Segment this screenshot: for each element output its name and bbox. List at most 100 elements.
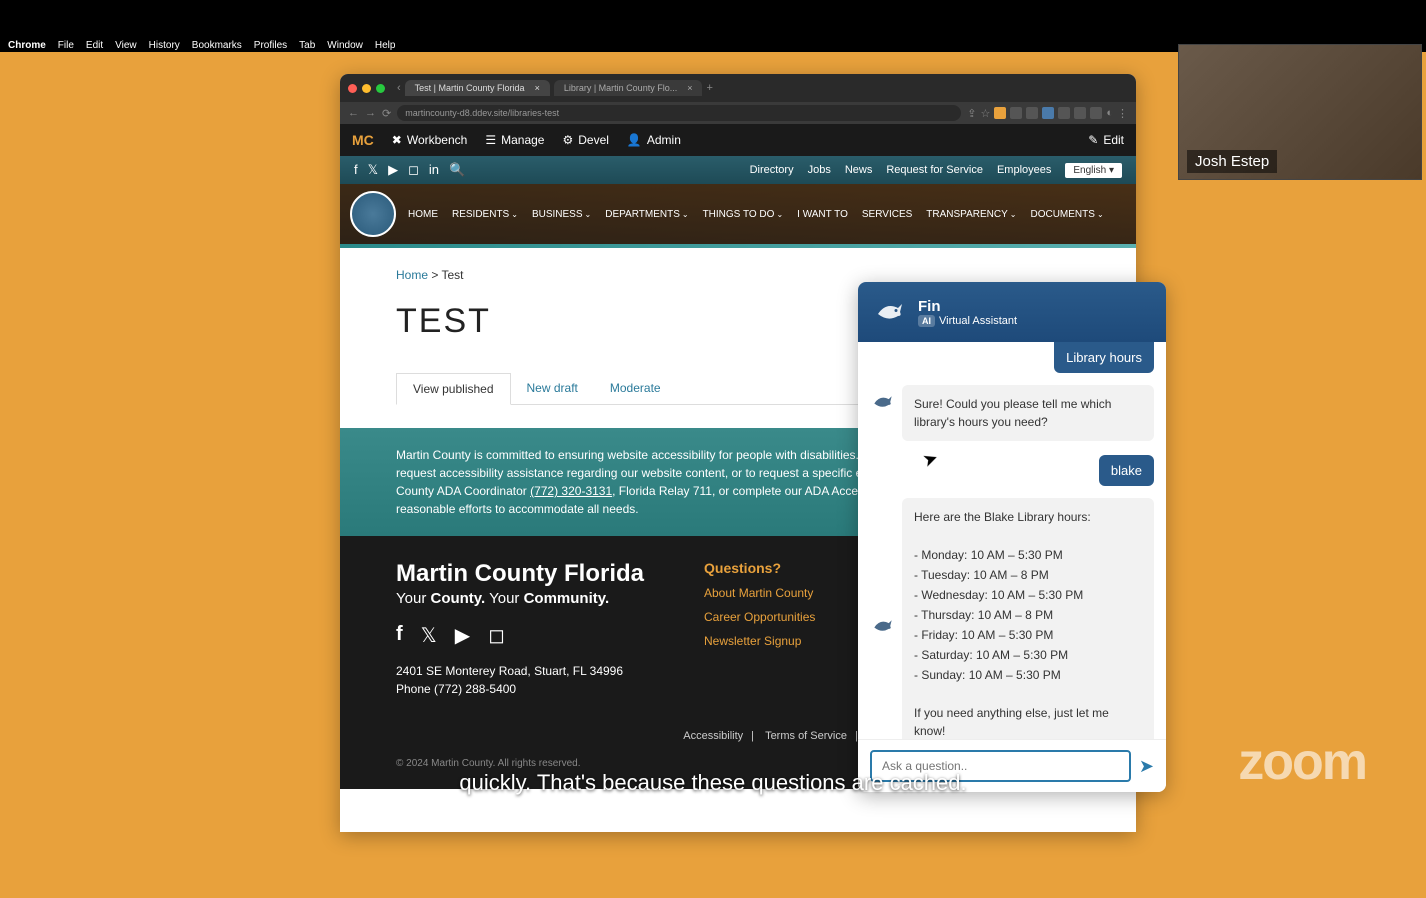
menu-icon[interactable]: ⋮ xyxy=(1117,107,1128,120)
menu-edit[interactable]: Edit xyxy=(86,40,103,51)
new-tab-button[interactable]: + xyxy=(706,82,712,94)
facebook-icon[interactable]: f xyxy=(354,162,358,178)
link-employees[interactable]: Employees xyxy=(997,164,1051,176)
extension-icon[interactable] xyxy=(1042,107,1054,119)
nav-residents-label: RESIDENTS xyxy=(452,209,509,220)
link-request-service[interactable]: Request for Service xyxy=(886,164,983,176)
tab-1-label: Test | Martin County Florida xyxy=(415,83,525,93)
nav-back-icon[interactable]: ← xyxy=(348,107,359,119)
share-icon[interactable]: ⇪ xyxy=(967,107,976,120)
tab-view-published[interactable]: View published xyxy=(396,373,511,405)
menu-profiles[interactable]: Profiles xyxy=(254,40,287,51)
address-line: 2401 SE Monterey Road, Stuart, FL 34996 xyxy=(396,662,644,680)
tab-close-icon[interactable]: × xyxy=(687,83,692,93)
hours-tuesday: - Tuesday: 10 AM – 8 PM xyxy=(914,566,1142,584)
bot-message-row: Here are the Blake Library hours: - Mond… xyxy=(870,498,1154,739)
menu-history[interactable]: History xyxy=(149,40,180,51)
chat-send-button[interactable]: ➤ xyxy=(1139,756,1154,777)
window-close[interactable] xyxy=(348,84,357,93)
extension-icon[interactable] xyxy=(1058,107,1070,119)
menu-window[interactable]: Window xyxy=(327,40,363,51)
county-seal-logo[interactable] xyxy=(350,191,396,237)
footer-phone-number[interactable]: (772) 288-5400 xyxy=(434,682,516,696)
toolbar-workbench[interactable]: ✖ Workbench xyxy=(392,133,468,147)
nav-departments[interactable]: DEPARTMENTS⌄ xyxy=(601,205,692,224)
window-minimize[interactable] xyxy=(362,84,371,93)
search-icon[interactable]: 🔍 xyxy=(449,162,465,178)
instagram-icon[interactable]: ◻ xyxy=(408,162,419,178)
hours-intro: Here are the Blake Library hours: xyxy=(914,508,1142,526)
menu-file[interactable]: File xyxy=(58,40,74,51)
browser-tab-1[interactable]: Test | Martin County Florida × xyxy=(405,80,550,96)
tab-nav-icon[interactable]: ‹ xyxy=(397,82,401,94)
ada-phone-link[interactable]: (772) 320-3131 xyxy=(530,484,612,498)
tab-moderate[interactable]: Moderate xyxy=(594,373,677,404)
nav-things-to-do[interactable]: THINGS TO DO⌄ xyxy=(699,205,788,224)
footer-link-newsletter[interactable]: Newsletter Signup xyxy=(704,634,815,648)
window-controls xyxy=(348,84,385,93)
link-accessibility[interactable]: Accessibility xyxy=(683,730,743,742)
extension-icons: ⇪ ☆ ◐ ⋮ xyxy=(967,107,1128,120)
toolbar-admin[interactable]: 👤Admin xyxy=(627,133,681,147)
nav-residents[interactable]: RESIDENTS⌄ xyxy=(448,205,522,224)
site-logo-small[interactable]: MC xyxy=(352,132,374,148)
nav-services[interactable]: SERVICES xyxy=(858,205,916,224)
nav-reload-icon[interactable]: ⟳ xyxy=(382,107,391,120)
extension-icon[interactable] xyxy=(994,107,1006,119)
tab-new-draft[interactable]: New draft xyxy=(511,373,594,404)
breadcrumb-home[interactable]: Home xyxy=(396,268,428,282)
link-terms[interactable]: Terms of Service xyxy=(765,730,847,742)
profile-icon[interactable]: ◐ xyxy=(1106,107,1113,120)
chat-message-list[interactable]: Library hours Sure! Could you please tel… xyxy=(858,342,1166,739)
nav-forward-icon[interactable]: → xyxy=(365,107,376,119)
x-twitter-icon[interactable]: 𝕏 xyxy=(421,623,437,648)
social-icons-header: f 𝕏 ▶ ◻ in 🔍 xyxy=(354,162,465,178)
instagram-icon[interactable]: ◻ xyxy=(488,623,505,648)
extension-icon[interactable] xyxy=(1010,107,1022,119)
link-jobs[interactable]: Jobs xyxy=(808,164,831,176)
x-twitter-icon[interactable]: 𝕏 xyxy=(368,162,378,178)
webcam-thumbnail: Josh Estep xyxy=(1178,44,1422,180)
chatbot-name: Fin xyxy=(918,298,1017,315)
facebook-icon[interactable]: f xyxy=(396,623,403,648)
nav-home[interactable]: HOME xyxy=(404,205,442,224)
toolbar-devel[interactable]: ⚙Devel xyxy=(562,133,608,147)
wrench-icon: ✖ xyxy=(392,133,402,147)
menu-tab[interactable]: Tab xyxy=(299,40,315,51)
browser-tab-2[interactable]: Library | Martin County Flo...× xyxy=(554,80,703,96)
toolbar-manage[interactable]: ☰Manage xyxy=(485,133,544,147)
chevron-down-icon: ⌄ xyxy=(776,210,783,219)
extension-icon[interactable] xyxy=(1026,107,1038,119)
window-zoom[interactable] xyxy=(376,84,385,93)
menu-bookmarks[interactable]: Bookmarks xyxy=(192,40,242,51)
youtube-icon[interactable]: ▶ xyxy=(455,623,470,648)
extension-icon[interactable] xyxy=(1074,107,1086,119)
footer-link-about[interactable]: About Martin County xyxy=(704,586,815,600)
menu-help[interactable]: Help xyxy=(375,40,396,51)
nav-i-want-to[interactable]: I WANT TO xyxy=(793,205,852,224)
language-selector[interactable]: English ▾ xyxy=(1065,163,1122,178)
tab-close-icon[interactable]: × xyxy=(535,83,540,93)
linkedin-icon[interactable]: in xyxy=(429,162,439,178)
nav-business[interactable]: BUSINESS⌄ xyxy=(528,205,595,224)
bot-avatar-icon xyxy=(870,389,896,415)
workbench-label: Workbench xyxy=(407,133,467,147)
chatbot-role: Virtual Assistant xyxy=(939,315,1017,327)
extension-icon[interactable] xyxy=(1090,107,1102,119)
address-bar[interactable] xyxy=(397,105,961,121)
menu-view[interactable]: View xyxy=(115,40,137,51)
link-news[interactable]: News xyxy=(845,164,873,176)
live-caption: quickly. That's because these questions … xyxy=(459,770,966,796)
webcam-participant-name: Josh Estep xyxy=(1187,150,1277,173)
toolbar-edit[interactable]: ✎Edit xyxy=(1088,133,1124,147)
link-directory[interactable]: Directory xyxy=(750,164,794,176)
footer-social-icons: f 𝕏 ▶ ◻ xyxy=(396,623,644,648)
nav-documents[interactable]: DOCUMENTS⌄ xyxy=(1026,205,1107,224)
youtube-icon[interactable]: ▶ xyxy=(388,162,398,178)
nav-transparency[interactable]: TRANSPARENCY⌄ xyxy=(922,205,1020,224)
menubar-app[interactable]: Chrome xyxy=(8,40,46,51)
breadcrumb-separator: > xyxy=(431,268,438,282)
footer-link-careers[interactable]: Career Opportunities xyxy=(704,610,815,624)
utility-links: Directory Jobs News Request for Service … xyxy=(750,163,1122,178)
star-icon[interactable]: ☆ xyxy=(980,107,990,120)
